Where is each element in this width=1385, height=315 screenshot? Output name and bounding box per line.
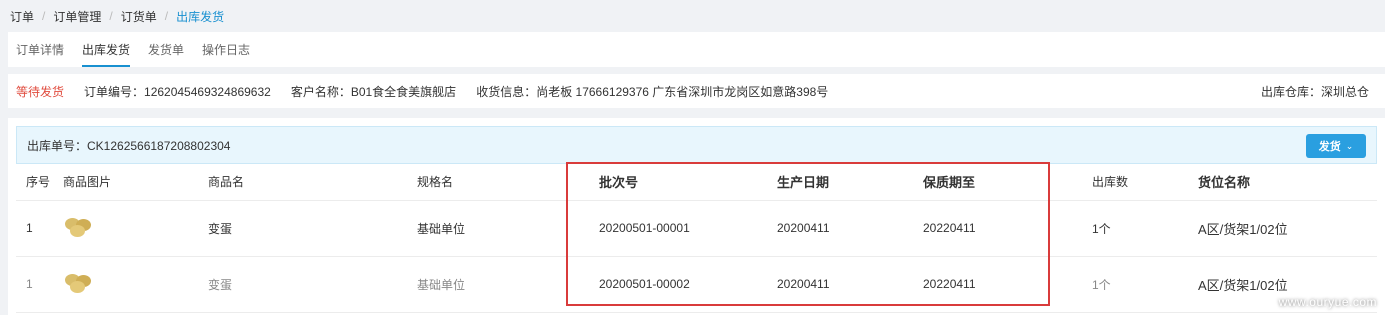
column-header-index: 序号: [26, 175, 51, 190]
column-header-image: 商品图片: [63, 175, 112, 190]
column-header-quantity: 出库数: [1092, 175, 1129, 190]
tab-bar: 订单详情 出库发货 发货单 操作日志: [8, 32, 1385, 67]
customer-name: 客户名称：B01食全食美旗舰店: [290, 84, 457, 99]
table-row: 1 变蛋 基础单位 20200501-00001 20200411 202204…: [16, 200, 1377, 256]
column-header-expiry: 保质期至: [923, 175, 976, 191]
product-thumbnail: [63, 272, 97, 294]
outbound-quantity: 1个: [1092, 221, 1111, 236]
tab-operation-log[interactable]: 操作日志: [202, 32, 250, 67]
table-header-row: 序号 商品图片 商品名 规格名 批次号 生产日期 保质期至 出库数 货位名称: [16, 164, 1377, 200]
breadcrumb-order-management[interactable]: 订单管理: [53, 8, 101, 25]
outbound-header: 出库单号：CK1262566187208802304 发货 ⌄: [16, 126, 1377, 164]
product-image: [63, 200, 208, 256]
expiry-date: 20220411: [923, 221, 976, 235]
spec-name: 基础单位: [417, 221, 466, 236]
column-header-location: 货位名称: [1198, 175, 1251, 191]
chevron-down-icon: ⌄: [1345, 140, 1354, 151]
breadcrumb-separator: /: [42, 9, 46, 23]
tab-outbound-shipping[interactable]: 出库发货: [82, 32, 131, 67]
batch-number: 20200501-00001: [599, 221, 690, 235]
tab-order-details[interactable]: 订单详情: [16, 32, 64, 67]
outbound-number: 出库单号：CK1262566187208802304: [27, 138, 231, 153]
breadcrumb-separator: /: [109, 9, 113, 23]
column-header-mfg-date: 生产日期: [777, 175, 830, 191]
mfg-date: 20200411: [777, 277, 830, 291]
status-badge: 等待发货: [16, 84, 65, 99]
ship-button-label: 发货: [1318, 141, 1341, 153]
outbound-items-table: 序号 商品图片 商品名 规格名 批次号 生产日期 保质期至 出库数 货位名称 1…: [16, 164, 1377, 313]
mfg-date: 20200411: [777, 221, 830, 235]
column-header-batch: 批次号: [599, 175, 639, 191]
breadcrumb-purchase-orders[interactable]: 订货单: [121, 8, 157, 25]
product-image: [63, 256, 208, 312]
outbound-panel: 出库单号：CK1262566187208802304 发货 ⌄ 序号 商品图片 …: [8, 118, 1385, 315]
product-thumbnail: [63, 216, 97, 238]
tab-shipping-orders[interactable]: 发货单: [148, 32, 184, 67]
product-name: 变蛋: [208, 221, 233, 236]
breadcrumb-separator: /: [164, 9, 169, 23]
batch-number: 20200501-00002: [599, 277, 690, 291]
storage-location: A区/货架1/02位: [1198, 221, 1288, 237]
breadcrumb-current: 出库发货: [176, 9, 225, 24]
order-number: 订单编号：1262045469324869632: [84, 84, 271, 99]
breadcrumb-orders[interactable]: 订单: [10, 8, 34, 25]
table-row: 1 变蛋 基础单位 20200501-00002 20200411 202204…: [16, 256, 1377, 312]
column-header-product-name: 商品名: [208, 175, 245, 190]
watermark: www.ouryue.com: [1278, 295, 1377, 309]
outbound-quantity: 1个: [1092, 277, 1111, 292]
ship-button[interactable]: 发货 ⌄: [1306, 134, 1366, 158]
outbound-warehouse: 出库仓库：深圳总仓: [1260, 84, 1369, 99]
column-header-spec: 规格名: [417, 175, 454, 190]
row-index: 1: [26, 221, 33, 235]
expiry-date: 20220411: [923, 277, 976, 291]
product-name: 变蛋: [208, 277, 233, 292]
breadcrumb: 订单 / 订单管理 / 订货单 / 出库发货: [0, 0, 1385, 32]
spec-name: 基础单位: [417, 277, 466, 292]
row-index: 1: [26, 277, 33, 291]
shipping-info: 收货信息：尚老板 17666129376 广东省深圳市龙岗区如意路398号: [476, 84, 829, 99]
order-info-bar: 等待发货 订单编号：1262045469324869632 客户名称：B01食全…: [8, 74, 1385, 108]
